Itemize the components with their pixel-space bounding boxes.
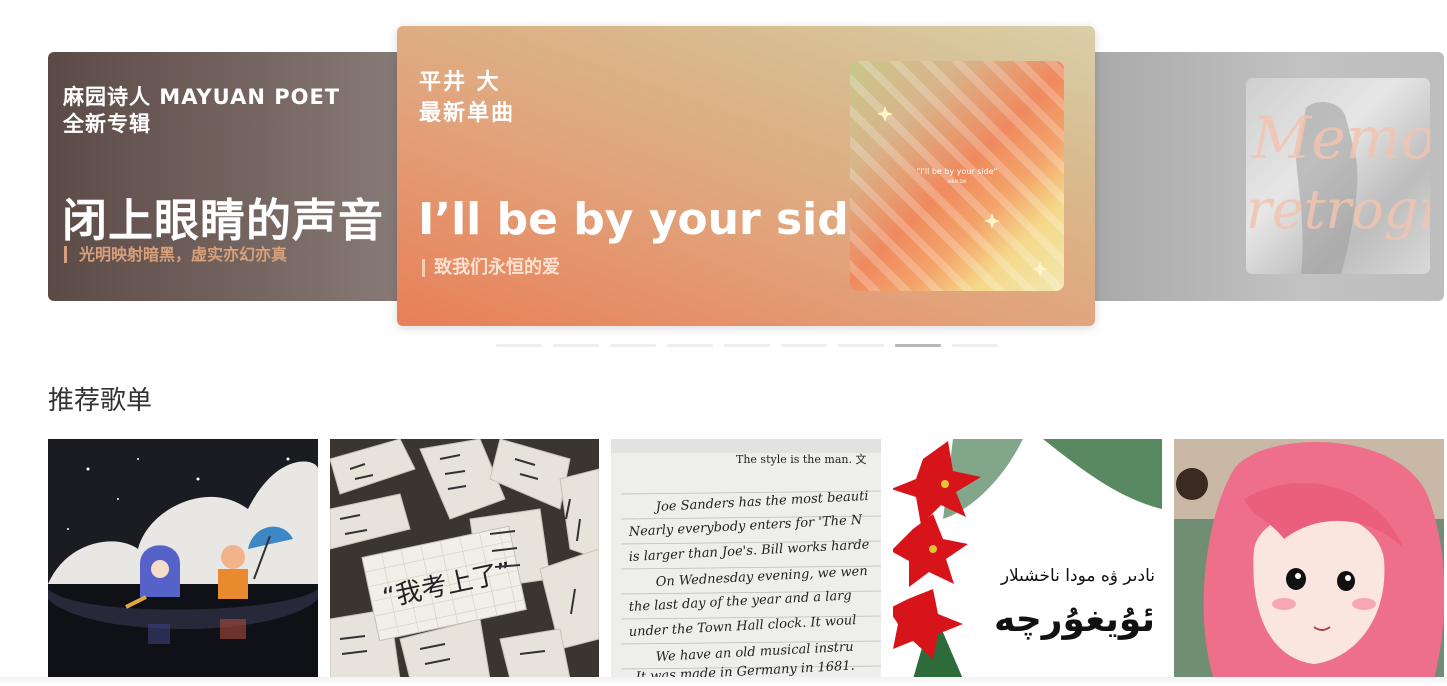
section-title: 推荐歌单 [48,386,153,416]
playlist-cover-1 [48,439,318,679]
banner-center-album-art: "I'll be by your side" HIRAI DAI [850,61,1064,291]
carousel-dot[interactable] [781,344,827,347]
carousel-dot[interactable] [952,344,998,347]
banner-center[interactable]: 平井 大 最新单曲 I’ll be by your side 致我们永恒的爱 "… [397,26,1095,326]
banner-center-subtitle: 致我们永恒的爱 [422,259,560,277]
banner-left-subtitle: 光明映射暗黑，虚实亦幻亦真 [64,246,287,263]
carousel-dot[interactable] [667,344,713,347]
banner-right-cover-text: Memory [1251,104,1430,172]
banner-left[interactable]: 麻园诗人 MAYUAN POET 全新专辑 闭上眼睛的声音 光明映射暗黑，虚实亦… [48,52,420,301]
sparkle-icon [877,106,1048,277]
playlist-card-1[interactable] [48,439,318,679]
svg-text:The style is the man. 文: The style is the man. 文 [736,452,866,466]
playlist-card-2[interactable]: “我考上了” [330,439,599,679]
playlist-card-5[interactable] [1174,439,1444,679]
carousel-dot[interactable] [610,344,656,347]
banner-left-title: 闭上眼睛的声音 [62,194,385,247]
playlist-card-3[interactable]: The style is the man. 文 Joe Sanders has … [611,439,881,679]
playlist-cover-3: The style is the man. 文 Joe Sanders has … [611,439,881,679]
bottom-divider [0,677,1447,686]
banner-right[interactable]: Memory retrograde [1090,52,1444,301]
playlist-cover-2: “我考上了” [330,439,599,679]
playlist-cover-5 [1174,439,1444,679]
svg-text:retrograde: retrograde [1246,178,1430,241]
banner-right-cover: Memory retrograde [1246,78,1430,274]
carousel-dot-active[interactable] [895,344,941,347]
banner-center-artist: 平井 大 最新单曲 [419,70,516,126]
banner-left-artist: 麻园诗人 MAYUAN POET 全新专辑 [63,85,341,136]
svg-text:نادىر ۋە مودا ناخشىلار: نادىر ۋە مودا ناخشىلار [1000,566,1155,586]
carousel-dot[interactable] [838,344,884,347]
carousel-dot[interactable] [553,344,599,347]
svg-text:ئۇيغۇرچە: ئۇيغۇرچە [994,599,1155,640]
carousel-dot[interactable] [724,344,770,347]
playlist-card-4[interactable]: نادىر ۋە مودا ناخشىلار ئۇيغۇرچە [893,439,1162,679]
banner-center-title: I’ll be by your side [418,194,879,245]
carousel-dot[interactable] [496,344,542,347]
carousel-indicators [496,344,998,347]
playlist-cover-4: نادىر ۋە مودا ناخشىلار ئۇيغۇرچە [893,439,1162,679]
